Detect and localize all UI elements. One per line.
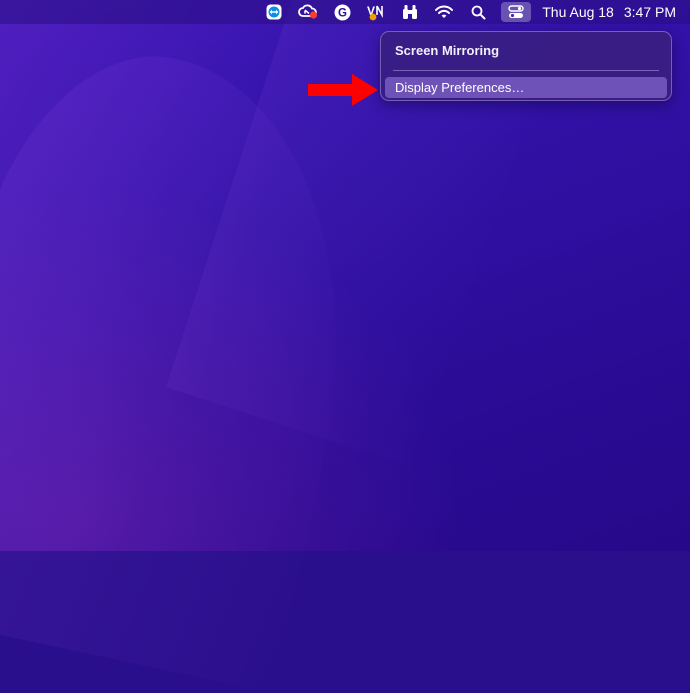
grammarly-icon[interactable]: G bbox=[331, 2, 353, 22]
teamviewer-icon[interactable] bbox=[263, 2, 285, 22]
creative-cloud-icon[interactable] bbox=[297, 2, 319, 22]
wifi-icon[interactable] bbox=[433, 2, 455, 22]
grammarly-glyph: G bbox=[338, 7, 347, 19]
menu-separator bbox=[393, 70, 659, 71]
red-arrow-annotation bbox=[308, 74, 378, 106]
control-center-icon[interactable] bbox=[501, 2, 532, 22]
spotlight-search-icon[interactable] bbox=[467, 2, 489, 22]
screen-mirroring-title[interactable]: Screen Mirroring bbox=[395, 43, 499, 58]
menu-bar: G V Thu Aug 18 3:47 PM bbox=[0, 0, 690, 24]
menubar-date[interactable]: Thu Aug 18 bbox=[542, 4, 614, 20]
binoculars-icon[interactable] bbox=[399, 2, 421, 22]
display-preferences-menu-item[interactable]: Display Preferences… bbox=[385, 77, 667, 98]
vnc-icon[interactable]: V bbox=[365, 2, 387, 22]
control-center-dropdown: Screen Mirroring Display Preferences… bbox=[380, 31, 672, 101]
menubar-time[interactable]: 3:47 PM bbox=[624, 4, 676, 20]
display-preferences-label: Display Preferences… bbox=[395, 80, 525, 95]
